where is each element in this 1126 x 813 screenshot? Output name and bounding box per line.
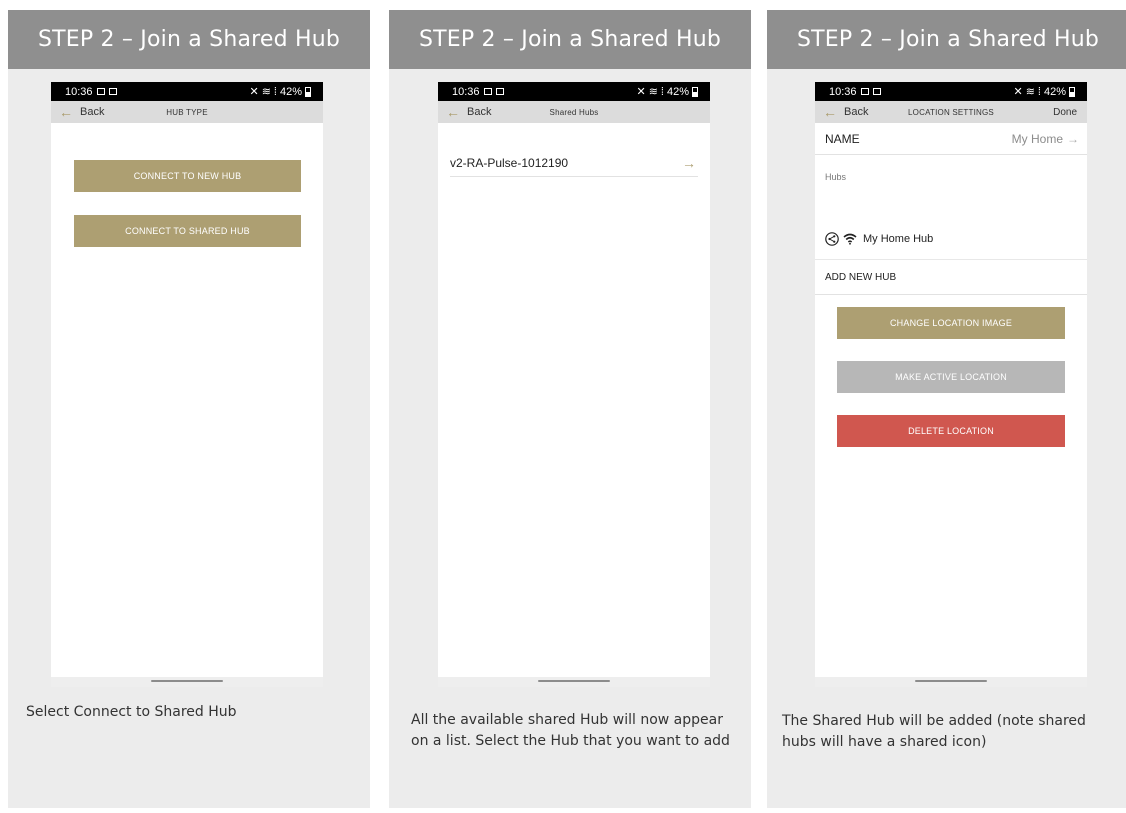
wifi-icon	[843, 233, 857, 245]
signal-icon: ⁞	[273, 85, 277, 98]
nav-bar: ← Back LOCATION SETTINGS Done	[815, 101, 1087, 123]
wifi-icon: ≋	[648, 86, 658, 98]
location-name-row[interactable]: NAME My Home →	[815, 123, 1087, 155]
back-button[interactable]: ← Back	[51, 105, 104, 119]
step-caption: Select Connect to Shared Hub	[26, 704, 237, 720]
back-arrow-icon: ←	[59, 104, 73, 120]
home-indicator	[438, 677, 710, 687]
make-active-location-button[interactable]: MAKE ACTIVE LOCATION	[837, 361, 1065, 393]
battery-icon	[692, 86, 698, 97]
step-panel-2: STEP 2 – Join a Shared Hub 10:36 ✕ ≋ ⁞ 4…	[389, 10, 751, 808]
phone-screenshot: 10:36 ✕ ≋ ⁞ 42% ← Back HUB TYPE CONNECT …	[51, 82, 323, 687]
done-button[interactable]: Done	[1053, 107, 1077, 118]
home-indicator	[815, 677, 1087, 687]
connect-new-hub-button[interactable]: CONNECT TO NEW HUB	[74, 160, 301, 192]
panel-header: STEP 2 – Join a Shared Hub	[8, 10, 370, 69]
mute-icon: ✕	[1013, 86, 1023, 98]
arrow-right-icon: →	[1067, 131, 1079, 146]
battery-icon	[305, 86, 311, 97]
add-new-hub-row[interactable]: ADD NEW HUB	[815, 261, 1087, 295]
back-label: Back	[80, 106, 105, 118]
status-time: 10:36	[829, 85, 857, 98]
wifi-icon: ≋	[1025, 86, 1035, 98]
share-icon	[825, 231, 839, 246]
nav-bar: ← Back Shared Hubs	[438, 101, 710, 123]
step-caption: All the available shared Hub will now ap…	[411, 712, 730, 749]
back-arrow-icon: ←	[823, 104, 837, 120]
signal-icon: ⁞	[660, 85, 664, 98]
shared-hub-list-item[interactable]: v2-RA-Pulse-1012190 →	[450, 149, 698, 177]
back-label: Back	[467, 106, 492, 118]
mute-icon: ✕	[249, 86, 259, 98]
status-time: 10:36	[452, 85, 480, 98]
phone-screenshot: 10:36 ✕ ≋ ⁞ 42% ← Back Shared Hubs v2-RA…	[438, 82, 710, 687]
gallery-icon	[96, 88, 105, 95]
status-bar: 10:36 ✕ ≋ ⁞ 42%	[815, 82, 1087, 101]
arrow-right-icon: →	[682, 154, 696, 171]
back-button[interactable]: ← Back	[438, 105, 491, 119]
hub-name: My Home Hub	[863, 232, 934, 245]
notification-icon	[495, 88, 504, 95]
back-label: Back	[844, 106, 869, 118]
gallery-icon	[483, 88, 492, 95]
status-time: 10:36	[65, 85, 93, 98]
battery-percent: 42%	[1043, 85, 1066, 98]
hub-list-item[interactable]: My Home Hub	[815, 218, 1087, 260]
nav-bar: ← Back HUB TYPE	[51, 101, 323, 123]
hub-name: v2-RA-Pulse-1012190	[450, 155, 569, 170]
panel-header: STEP 2 – Join a Shared Hub	[767, 10, 1126, 69]
home-indicator	[51, 677, 323, 687]
back-arrow-icon: ←	[446, 104, 460, 120]
battery-percent: 42%	[666, 85, 689, 98]
back-button[interactable]: ← Back	[815, 105, 868, 119]
notification-icon	[108, 88, 117, 95]
step-caption: The Shared Hub will be added (note share…	[782, 713, 1086, 750]
signal-icon: ⁞	[1037, 85, 1041, 98]
delete-location-button[interactable]: DELETE LOCATION	[837, 415, 1065, 447]
change-location-image-button[interactable]: CHANGE LOCATION IMAGE	[837, 307, 1065, 339]
notification-icon	[872, 88, 881, 95]
status-bar: 10:36 ✕ ≋ ⁞ 42%	[438, 82, 710, 101]
mute-icon: ✕	[636, 86, 646, 98]
phone-screenshot: 10:36 ✕ ≋ ⁞ 42% ← Back LOCATION SETTINGS…	[815, 82, 1087, 687]
connect-shared-hub-button[interactable]: CONNECT TO SHARED HUB	[74, 215, 301, 247]
step-panel-1: STEP 2 – Join a Shared Hub 10:36 ✕ ≋ ⁞ 4…	[8, 10, 370, 808]
panel-header: STEP 2 – Join a Shared Hub	[389, 10, 751, 69]
gallery-icon	[860, 88, 869, 95]
add-new-hub-label: ADD NEW HUB	[825, 272, 897, 283]
battery-icon	[1069, 86, 1075, 97]
hubs-section-label: Hubs	[825, 172, 847, 182]
name-value: My Home	[1011, 131, 1063, 146]
status-bar: 10:36 ✕ ≋ ⁞ 42%	[51, 82, 323, 101]
step-panel-3: STEP 2 – Join a Shared Hub 10:36 ✕ ≋ ⁞ 4…	[767, 10, 1126, 808]
name-label: NAME	[825, 131, 860, 146]
wifi-icon: ≋	[261, 86, 271, 98]
battery-percent: 42%	[279, 85, 302, 98]
